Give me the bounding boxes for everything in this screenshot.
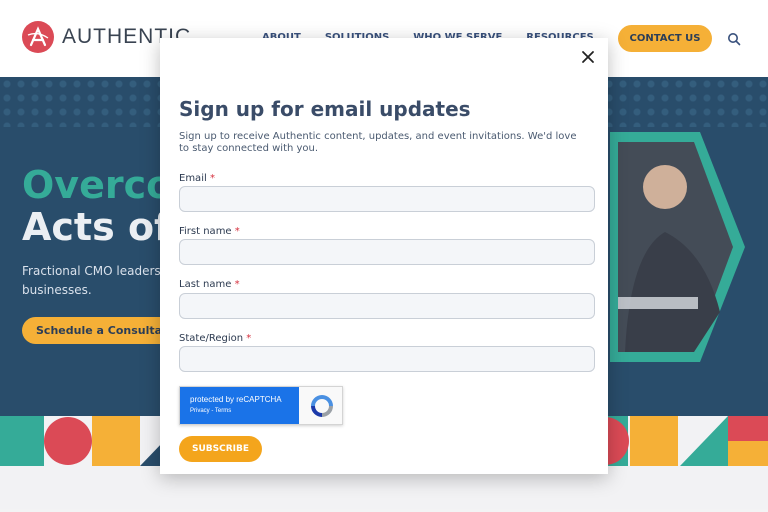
last-name-field[interactable] xyxy=(179,293,595,319)
signup-modal: Sign up for email updates Sign up to rec… xyxy=(160,38,608,474)
required-mark: * xyxy=(246,333,252,344)
modal-description: Sign up to receive Authentic content, up… xyxy=(179,131,577,154)
recaptcha-icon xyxy=(311,395,333,417)
last-name-label: Last name * xyxy=(179,279,240,290)
required-mark: * xyxy=(234,279,240,290)
recaptcha-badge[interactable]: protected by reCAPTCHA Privacy - Terms xyxy=(179,386,343,425)
first-name-label-text: First name xyxy=(179,226,232,237)
email-field[interactable] xyxy=(179,186,595,212)
email-label-text: Email xyxy=(179,173,207,184)
first-name-label: First name * xyxy=(179,226,240,237)
required-mark: * xyxy=(234,226,240,237)
state-region-field[interactable] xyxy=(179,346,595,372)
subscribe-button[interactable]: SUBSCRIBE xyxy=(179,436,262,462)
last-name-label-text: Last name xyxy=(179,279,232,290)
recaptcha-links[interactable]: Privacy - Terms xyxy=(190,408,231,414)
state-region-label-text: State/Region xyxy=(179,333,244,344)
recaptcha-protected-text: protected by reCAPTCHA xyxy=(190,395,282,404)
email-label: Email * xyxy=(179,173,215,184)
recaptcha-panel xyxy=(180,387,299,424)
first-name-field[interactable] xyxy=(179,239,595,265)
required-mark: * xyxy=(209,173,215,184)
modal-title: Sign up for email updates xyxy=(179,97,471,121)
close-icon[interactable] xyxy=(581,50,595,64)
state-region-label: State/Region * xyxy=(179,333,251,344)
